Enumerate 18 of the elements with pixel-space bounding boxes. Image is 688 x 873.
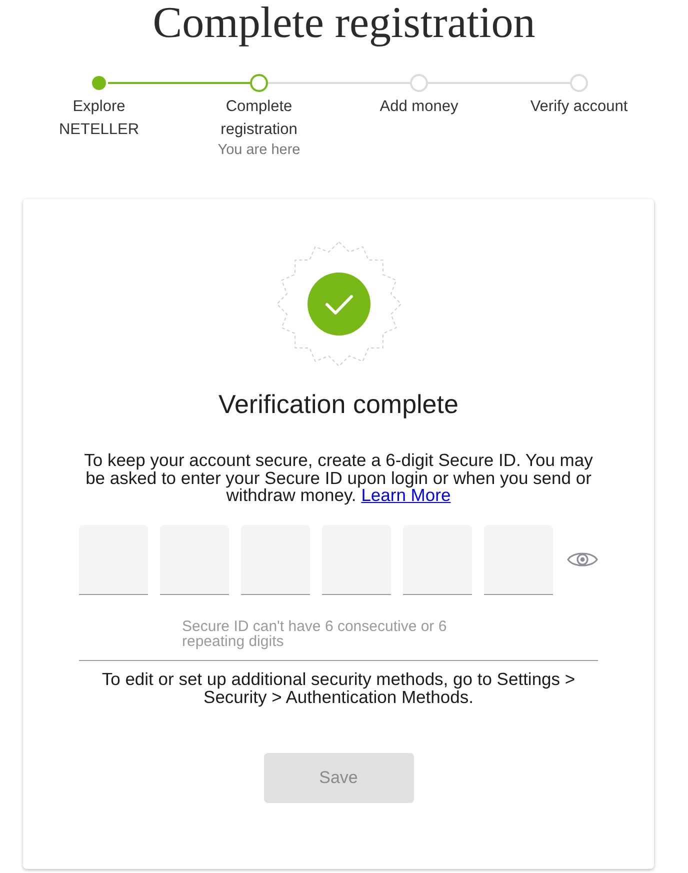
digit-input[interactable] [160, 524, 229, 594]
step-note: You are here [218, 141, 300, 159]
digit-input[interactable] [484, 524, 553, 594]
verification-heading: Verification complete [218, 389, 458, 419]
page-title: Complete registration [152, 0, 536, 46]
step-label: Complete registration [220, 97, 298, 140]
digit-input[interactable] [79, 524, 148, 594]
digit-input[interactable] [241, 524, 310, 594]
digit-input[interactable] [403, 524, 472, 594]
hint-text: Secure ID can't have 6 consecutive or 6 repeating digits [182, 618, 448, 650]
intro-text: To keep your account secure, create a 6-digit Secure ID. You may be asked to enter your Secure ID upon login or when you send or withdraw money. Learn More [83, 452, 594, 504]
verified-seal-icon [276, 241, 402, 367]
step-label: Explore NETELLER [58, 97, 140, 140]
eye-icon[interactable] [567, 550, 598, 569]
step-label: Add money [378, 97, 460, 117]
step-label: Verify account [529, 97, 629, 117]
digit-input[interactable] [322, 524, 391, 594]
settings-note: To edit or set up additional security methods, go to Settings > Security > Authentication Methods. [100, 670, 576, 706]
